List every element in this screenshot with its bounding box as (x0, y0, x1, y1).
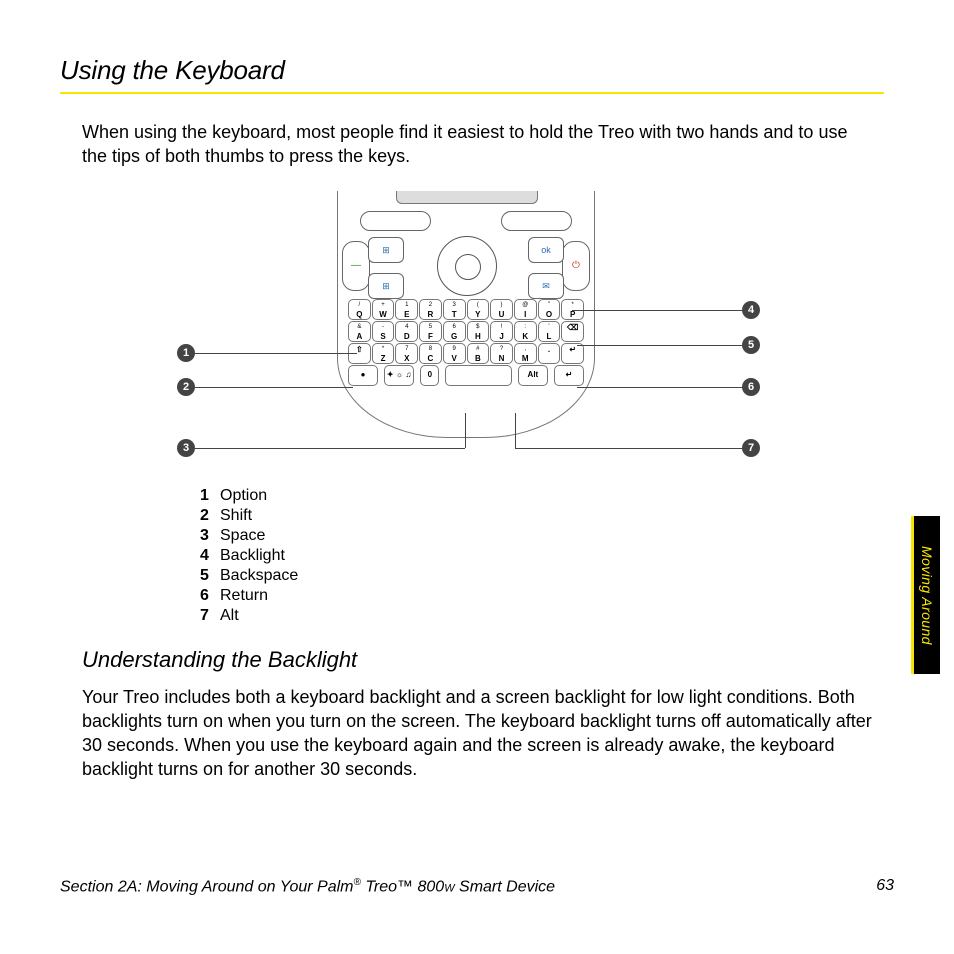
key: @I (514, 299, 537, 320)
intro-paragraph: When using the keyboard, most people fin… (82, 120, 872, 169)
kb-row: &A-S4D5F6G$H!J:K'L⌫ (348, 321, 584, 342)
screen-edge (396, 191, 538, 204)
key: *Z (372, 343, 395, 364)
footer-text: Section 2A: Moving Around on Your Palm (60, 878, 354, 895)
callout-line (572, 310, 744, 311)
key: ↵ (561, 343, 584, 364)
ok-button: ok (528, 237, 564, 263)
callout-legend: 1Option 2Shift 3Space 4Backlight 5Backspace 6… (200, 487, 884, 625)
key: 6G (443, 321, 466, 342)
key (445, 365, 511, 386)
legend-item: 7Alt (200, 607, 884, 625)
reg-mark: ® (354, 877, 361, 888)
key: 1E (395, 299, 418, 320)
softkey-right (501, 211, 572, 231)
softkey-left (360, 211, 431, 231)
footer-text: Treo™ 800 (361, 878, 444, 895)
call-button: — (342, 241, 370, 291)
subheading: Understanding the Backlight (82, 647, 884, 673)
qwerty-keyboard: /Q+W1E2R3T(Y)U@I"O*P&A-S4D5F6G$H!J:K'L⌫⇧… (348, 299, 584, 387)
softkey-row (360, 211, 572, 231)
phone-outline: — ⏻ ⊞ ok ⊞ ✉ /Q+W1E2R3T(Y)U@I"O*P&A-S4D5… (337, 191, 595, 438)
key: 5F (419, 321, 442, 342)
callout-line (465, 413, 466, 448)
key: "O (538, 299, 561, 320)
power-button: ⏻ (562, 241, 590, 291)
content-area: Using the Keyboard When using the keyboa… (60, 55, 884, 804)
key: ⌫ (561, 321, 584, 342)
key: /Q (348, 299, 371, 320)
key: ↵ (554, 365, 584, 386)
callout-1: 1 (177, 344, 195, 362)
heading-rule (60, 92, 884, 94)
key: )U (490, 299, 513, 320)
callout-5: 5 (742, 336, 760, 354)
key: 8C (419, 343, 442, 364)
key: 3T (443, 299, 466, 320)
nav-cluster: — ⏻ ⊞ ok ⊞ ✉ (338, 235, 594, 295)
kb-row-bottom: ● ✦ ☼ ♫ 0 Alt ↵ (348, 365, 584, 386)
key: $H (467, 321, 490, 342)
kb-row: /Q+W1E2R3T(Y)U@I"O*P (348, 299, 584, 320)
page-footer: Section 2A: Moving Around on Your Palm® … (60, 877, 894, 896)
calendar-button: ⊞ (368, 273, 404, 299)
callout-3: 3 (177, 439, 195, 457)
key: (Y (467, 299, 490, 320)
key: ,M (514, 343, 537, 364)
callout-line (515, 413, 516, 448)
key: ✦ ☼ ♫ (384, 365, 414, 386)
key: 2R (419, 299, 442, 320)
key: +W (372, 299, 395, 320)
body-paragraph-2: Your Treo includes both a keyboard backl… (82, 685, 872, 782)
kb-row: ⇧*Z7X8C9V#B?N,M.↵ (348, 343, 584, 364)
manual-page: Using the Keyboard When using the keyboa… (0, 0, 954, 954)
key: -S (372, 321, 395, 342)
callout-2: 2 (177, 378, 195, 396)
mail-button: ✉ (528, 273, 564, 299)
callout-4: 4 (742, 301, 760, 319)
legend-item: 4Backlight (200, 547, 884, 565)
key: ?N (490, 343, 513, 364)
footer-text: Smart Device (455, 878, 555, 895)
key: #B (467, 343, 490, 364)
key: ● (348, 365, 378, 386)
callout-line (515, 448, 744, 449)
callout-6: 6 (742, 378, 760, 396)
page-title: Using the Keyboard (60, 55, 884, 86)
key: :K (514, 321, 537, 342)
legend-item: 6Return (200, 587, 884, 605)
footer-section-title: Section 2A: Moving Around on Your Palm® … (60, 877, 555, 896)
key: 0 (420, 365, 439, 386)
page-number: 63 (876, 877, 894, 896)
legend-item: 5Backspace (200, 567, 884, 585)
key: Alt (518, 365, 548, 386)
key: 'L (538, 321, 561, 342)
callout-line (195, 387, 353, 388)
callout-line (577, 345, 744, 346)
key: &A (348, 321, 371, 342)
start-button: ⊞ (368, 237, 404, 263)
key: . (538, 343, 561, 364)
section-side-tab: Moving Around (914, 516, 940, 674)
callout-line (577, 387, 744, 388)
key: 7X (395, 343, 418, 364)
five-way-nav (437, 236, 497, 296)
legend-item: 3Space (200, 527, 884, 545)
callout-line (195, 448, 465, 449)
key: 4D (395, 321, 418, 342)
callout-line (195, 353, 357, 354)
keyboard-diagram: — ⏻ ⊞ ok ⊞ ✉ /Q+W1E2R3T(Y)U@I"O*P&A-S4D5… (152, 191, 792, 471)
callout-7: 7 (742, 439, 760, 457)
key: 9V (443, 343, 466, 364)
key: !J (490, 321, 513, 342)
legend-item: 1Option (200, 487, 884, 505)
legend-item: 2Shift (200, 507, 884, 525)
footer-sub: W (444, 882, 454, 894)
